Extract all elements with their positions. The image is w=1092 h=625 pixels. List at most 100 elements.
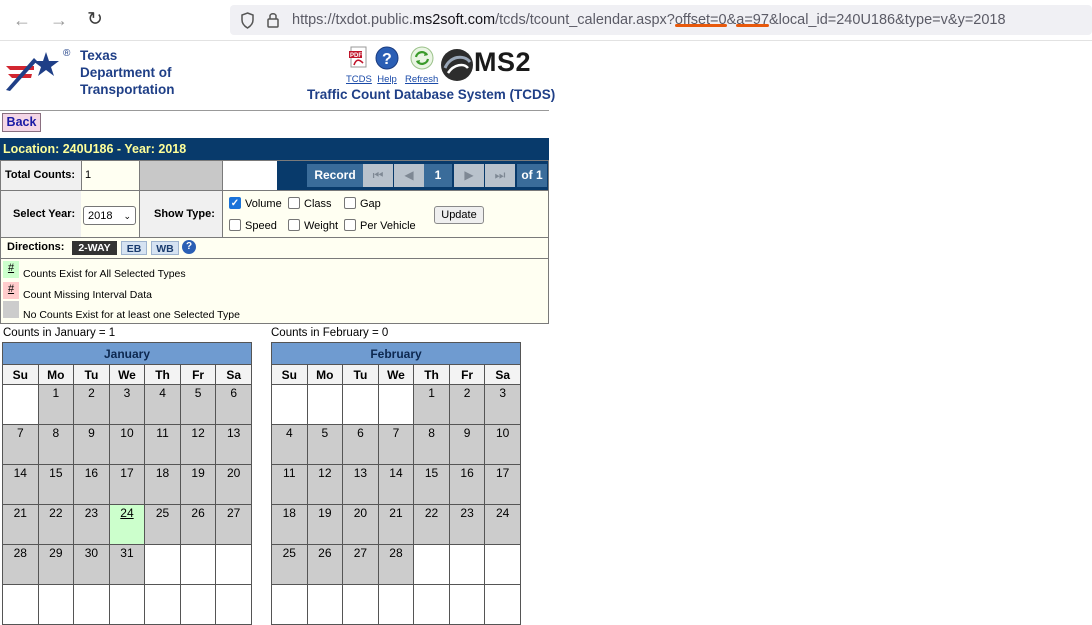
calendar-day: [306, 584, 344, 625]
volume-checkbox[interactable]: ✓: [229, 197, 241, 209]
weight-checkbox[interactable]: [288, 219, 300, 231]
speed-checkbox[interactable]: [229, 219, 241, 231]
calendar-day: 19: [306, 504, 344, 545]
calendar-day: 15: [413, 464, 450, 505]
ms2-wordmark: MS2: [474, 47, 532, 77]
calendar-day: 12: [306, 464, 344, 505]
prev-record-icon[interactable]: ◀: [394, 164, 424, 187]
calendar-day[interactable]: 24: [108, 504, 146, 545]
calendar-day: 11: [144, 424, 181, 465]
calendar-day: [215, 584, 252, 625]
calendar-day: [73, 584, 110, 625]
gap-checkbox[interactable]: [344, 197, 356, 209]
calendar-day: 25: [144, 504, 181, 545]
weekday-header: Th: [144, 364, 181, 385]
weekday-header: Tu: [73, 364, 110, 385]
calendar-day: 21: [377, 504, 415, 545]
legend-swatch-missing-interval: #: [3, 282, 19, 299]
january-calendar: January Su Mo Tu We Th Fr Sa 1 2 3 4 5 6 7 8 9 10 11 12 13 14…: [2, 342, 252, 625]
calendar-day: 23: [448, 504, 486, 545]
last-record-icon[interactable]: ⏭: [485, 164, 515, 187]
class-checkbox[interactable]: [288, 197, 300, 209]
year-label-cell: Select Year:: [1, 191, 81, 237]
weekday-header: We: [108, 364, 146, 385]
per-vehicle-label: Per Vehicle: [360, 220, 416, 232]
calendar-day: 16: [73, 464, 110, 505]
calendar-day: [2, 384, 39, 425]
refresh-icon: [410, 46, 434, 70]
calendar-day: [306, 384, 344, 425]
calendar-day: 6: [215, 384, 252, 425]
weekday-header: Su: [2, 364, 39, 385]
weight-label: Weight: [304, 220, 339, 232]
calendar-day: 27: [342, 544, 379, 585]
url-text[interactable]: https://txdot.public.ms2soft.com/tcds/tc…: [292, 5, 1006, 35]
type-label-cell: Show Type:: [139, 191, 222, 237]
calendar-day: 10: [108, 424, 146, 465]
weekday-header: Fr: [179, 364, 217, 385]
record-navigator: Record ⏮ ◀ 1 ▶ ⏭ of 1: [277, 161, 548, 190]
help-link[interactable]: ? Help: [375, 46, 399, 85]
calendar-day: [377, 384, 415, 425]
address-bar[interactable]: https://txdot.public.ms2soft.com/tcds/tc…: [230, 5, 1092, 35]
calendar-day: 18: [271, 504, 308, 545]
class-label: Class: [304, 198, 332, 210]
per-vehicle-checkbox[interactable]: [344, 219, 356, 231]
february-count-text: Counts in February = 0: [271, 327, 389, 339]
reload-icon[interactable]: ↻: [83, 9, 107, 31]
calendar-day: [413, 584, 450, 625]
calendar-day: 3: [484, 384, 521, 425]
year-select[interactable]: 2018 ⌄: [83, 206, 136, 225]
directions-row: Directions: 2-WAY EB WB ?: [0, 238, 549, 259]
calendar-day: 7: [377, 424, 415, 465]
forward-arrow-icon[interactable]: →: [47, 9, 71, 31]
weekday-header: Mo: [37, 364, 75, 385]
next-record-icon[interactable]: ▶: [454, 164, 484, 187]
calendar-day: [37, 584, 75, 625]
calendar-day: 21: [2, 504, 39, 545]
calendar-day: 2: [73, 384, 110, 425]
calendar-day: [271, 584, 308, 625]
total-counts-value: 1: [81, 161, 139, 190]
shield-icon[interactable]: [240, 5, 255, 35]
calendar-day: [342, 384, 379, 425]
txdot-star-logo: [6, 52, 59, 91]
calendar-day: [144, 584, 181, 625]
direction-2way-button[interactable]: 2-WAY: [72, 241, 117, 255]
calendar-day: 30: [73, 544, 110, 585]
legend-text: No Counts Exist for at least one Selecte…: [23, 309, 240, 321]
calendar-day: 24: [484, 504, 521, 545]
direction-wb-button[interactable]: WB: [151, 241, 179, 255]
calendar-day: [377, 584, 415, 625]
legend-swatch-counts-exist: #: [3, 261, 19, 278]
calendar-day: [108, 584, 146, 625]
system-title: Traffic Count Database System (TCDS): [307, 87, 556, 102]
gap-label: Gap: [360, 198, 381, 210]
directions-label: Directions:: [7, 241, 65, 253]
refresh-link[interactable]: Refresh: [405, 46, 438, 85]
calendar-day: 20: [342, 504, 379, 545]
first-record-icon[interactable]: ⏮: [363, 164, 393, 187]
calendar-day: 23: [73, 504, 110, 545]
tcds-pdf-link[interactable]: PDF TCDS: [346, 46, 372, 85]
lock-icon[interactable]: [266, 5, 280, 35]
year-label: Select Year:: [13, 208, 76, 220]
calendar-day: 11: [271, 464, 308, 505]
calendar-day: [144, 544, 181, 585]
calendar-day: 7: [2, 424, 39, 465]
direction-eb-button[interactable]: EB: [121, 241, 147, 255]
legend: # Counts Exist for All Selected Types # …: [0, 259, 549, 324]
calendar-day: 5: [179, 384, 217, 425]
back-button[interactable]: Back: [2, 113, 41, 132]
help-icon[interactable]: ?: [182, 240, 196, 254]
back-arrow-icon[interactable]: ←: [10, 9, 34, 31]
record-current: 1: [424, 164, 452, 187]
calendar-day: 26: [179, 504, 217, 545]
calendar-day: 5: [306, 424, 344, 465]
calendar-day: 10: [484, 424, 521, 465]
weekday-header: Tu: [342, 364, 379, 385]
update-button[interactable]: Update: [434, 206, 484, 224]
weekday-header: Fr: [448, 364, 486, 385]
weekday-header: Th: [413, 364, 450, 385]
pdf-icon: PDF: [348, 46, 367, 68]
